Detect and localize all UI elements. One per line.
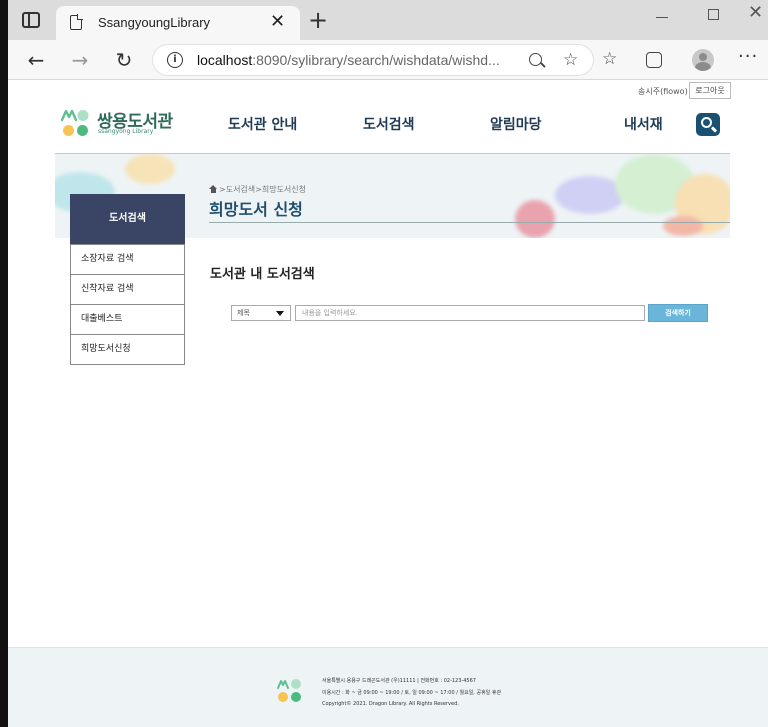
footer-hours: 이용시간 : 화 ~ 금 09:00 ~ 19:00 / 토, 일 09:00 … [322, 690, 502, 696]
url-host: localhost [197, 52, 253, 68]
forward-icon[interactable]: → [66, 46, 94, 74]
address-bar[interactable]: i localhost:8090/sylibrary/search/wishda… [152, 44, 594, 76]
user-info: 송시주(fiowo) [638, 87, 688, 96]
footer-logo-mark-icon [277, 679, 301, 689]
logout-button[interactable]: 로그아웃 [689, 82, 731, 99]
url-path: :8090/sylibrary/search/wishdata/wishd... [252, 52, 500, 68]
browser-window: SsangyoungLibrary ✕ + ✕ ← → ↻ i localhos… [0, 0, 768, 727]
footer-address: 서울특별시 용용구 드래곤도서관 (우)11111 | 전화번호 : 02-12… [322, 678, 476, 684]
back-icon[interactable]: ← [22, 46, 50, 74]
minimize-icon[interactable] [656, 17, 668, 18]
more-options-icon[interactable]: ··· [738, 46, 758, 67]
breadcrumb: >도서검색>희망도서신청 [209, 184, 306, 195]
select-value: 제목 [237, 309, 250, 317]
logo-subtitle: ssangyong Library [98, 128, 154, 135]
logo-dot-green [77, 125, 88, 136]
search-icon [701, 117, 712, 128]
search-input[interactable] [295, 305, 645, 321]
breadcrumb-path: >도서검색>희망도서신청 [219, 185, 307, 194]
close-tab-icon[interactable]: ✕ [270, 11, 285, 32]
home-icon[interactable] [209, 185, 217, 193]
window-edge [0, 0, 8, 727]
new-tab-icon[interactable]: + [308, 8, 328, 32]
search-field-select[interactable]: 제목 [231, 305, 291, 321]
footer: 서울특별시 용용구 드래곤도서관 (우)11111 | 전화번호 : 02-12… [8, 647, 768, 727]
sidebar-heading: 도서검색 [70, 194, 185, 244]
footer-logo [277, 678, 303, 704]
add-favorite-icon[interactable]: ☆ [563, 50, 578, 70]
nav-my-library[interactable]: 내서재 [624, 114, 663, 134]
nav-library-info[interactable]: 도서관 안내 [228, 114, 297, 134]
tab-bar: SsangyoungLibrary ✕ + ✕ [8, 0, 768, 40]
active-tab[interactable]: SsangyoungLibrary ✕ [56, 6, 300, 40]
web-page: 송시주(fiowo) 로그아웃 쌍용도서관 ssangyong Library … [8, 80, 768, 727]
site-logo[interactable]: 쌍용도서관 ssangyong Library [61, 108, 181, 140]
title-underline [209, 222, 730, 223]
logo-dot-yellow [63, 125, 74, 136]
zoom-out-icon[interactable] [529, 53, 542, 66]
sidebar-item-collection-search[interactable]: 소장자료 검색 [71, 244, 184, 274]
url-text: localhost:8090/sylibrary/search/wishdata… [197, 52, 500, 68]
page-title: 희망도서 신청 [209, 200, 303, 219]
nav-notices[interactable]: 알림마당 [490, 114, 542, 134]
sidebar-item-new-arrivals[interactable]: 신착자료 검색 [71, 274, 184, 304]
reload-icon[interactable]: ↻ [110, 46, 138, 74]
site-info-icon[interactable]: i [167, 52, 183, 68]
section-title: 도서관 내 도서검색 [210, 267, 315, 282]
sidebar-item-best-loans[interactable]: 대출베스트 [71, 304, 184, 334]
nav-book-search[interactable]: 도서검색 [363, 114, 415, 134]
search-submit-button[interactable]: 검색하기 [648, 304, 708, 322]
close-window-icon[interactable]: ✕ [748, 2, 763, 23]
favorites-icon[interactable]: ☆ [602, 49, 617, 69]
sidebar-item-wish-request[interactable]: 희망도서신청 [71, 334, 184, 364]
tab-actions-icon[interactable] [22, 12, 40, 28]
chevron-down-icon [276, 311, 284, 316]
sidebar-menu: 소장자료 검색 신착자료 검색 대출베스트 희망도서신청 [70, 244, 185, 365]
header-search-button[interactable] [696, 113, 720, 136]
page-icon [70, 14, 83, 30]
browser-toolbar: ← → ↻ i localhost:8090/sylibrary/search/… [8, 40, 768, 80]
footer-copyright: Copyright© 2021. Dragon Library. All Rig… [322, 701, 459, 707]
profile-avatar[interactable] [692, 49, 714, 71]
collections-icon[interactable] [646, 52, 662, 68]
tab-title: SsangyoungLibrary [98, 15, 211, 30]
maximize-icon[interactable] [708, 9, 719, 20]
